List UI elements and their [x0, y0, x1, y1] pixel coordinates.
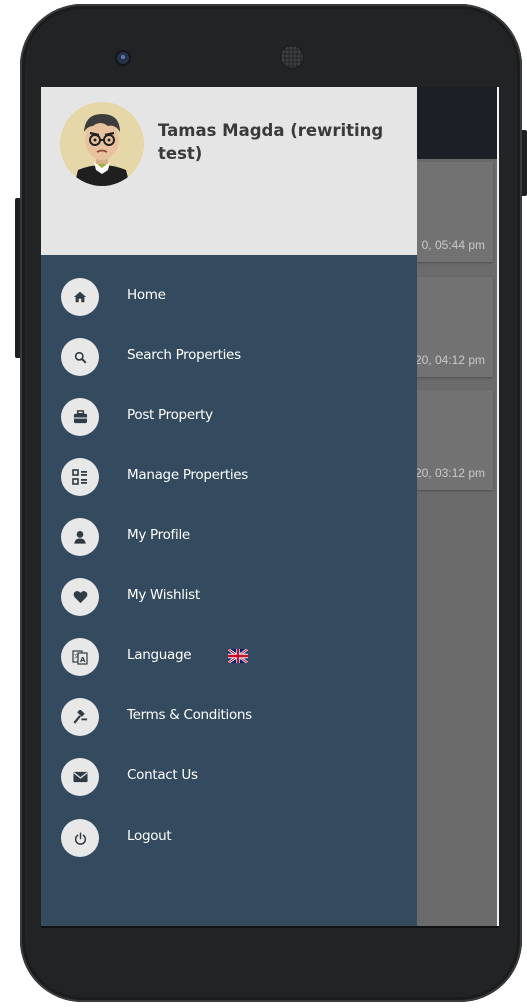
power-icon — [61, 819, 99, 857]
search-icon — [61, 338, 99, 376]
menu-item-label: Terms & Conditions — [127, 707, 252, 723]
translate-icon: A 文 — [61, 638, 99, 676]
menu-item-label: My Profile — [127, 527, 190, 543]
briefcase-icon — [61, 398, 99, 436]
home-icon — [61, 278, 99, 316]
list-item-date: 20, 04:12 pm — [414, 353, 485, 367]
envelope-icon — [61, 758, 99, 796]
menu-item-label: Home — [127, 287, 166, 303]
navigation-drawer: Tamas Magda (rewriting test) Home Search… — [41, 87, 417, 926]
menu-item-manage-properties[interactable]: Manage Properties — [41, 453, 417, 503]
menu-item-my-profile[interactable]: My Profile — [41, 513, 417, 563]
heart-icon — [61, 578, 99, 616]
screen-edge — [497, 87, 499, 926]
user-icon — [61, 518, 99, 556]
menu-item-post-property[interactable]: Post Property — [41, 393, 417, 443]
menu-item-label: Manage Properties — [127, 467, 249, 483]
menu-item-contact-us[interactable]: Contact Us — [41, 753, 417, 803]
menu-item-terms-conditions[interactable]: Terms & Conditions — [41, 693, 417, 743]
menu-item-label: Contact Us — [127, 767, 198, 783]
front-camera-icon — [117, 52, 129, 64]
avatar[interactable] — [60, 102, 144, 186]
menu-item-my-wishlist[interactable]: My Wishlist — [41, 573, 417, 623]
menu-item-language[interactable]: A 文 Language — [41, 633, 417, 683]
drawer-header: Tamas Magda (rewriting test) — [41, 87, 417, 255]
list-item-date: 20, 03:12 pm — [414, 466, 485, 480]
uk-flag-icon[interactable] — [228, 649, 248, 663]
speaker-grille-icon — [281, 46, 303, 68]
menu-item-search-properties[interactable]: Search Properties — [41, 333, 417, 383]
menu-item-label: Search Properties — [127, 347, 241, 363]
list-item-date: 0, 05:44 pm — [421, 238, 485, 252]
cartoon-avatar-icon — [60, 102, 144, 186]
grid-list-icon — [61, 458, 99, 496]
gavel-icon — [61, 698, 99, 736]
user-name: Tamas Magda (rewriting test) — [158, 121, 384, 163]
screen-bottom-edge — [41, 926, 499, 928]
menu-item-label: Post Property — [127, 407, 213, 423]
menu-item-label: My Wishlist — [127, 587, 200, 603]
svg-text:A: A — [80, 656, 86, 664]
menu-item-label: Logout — [127, 828, 172, 844]
menu-item-label: Language — [127, 647, 192, 663]
svg-text:文: 文 — [74, 653, 79, 660]
menu-item-logout[interactable]: Logout — [41, 814, 417, 864]
menu-item-home[interactable]: Home — [41, 273, 417, 323]
app-screen: 0, 05:44 pm 20, 04:12 pm 20, 03:12 pm Ta… — [41, 87, 499, 926]
